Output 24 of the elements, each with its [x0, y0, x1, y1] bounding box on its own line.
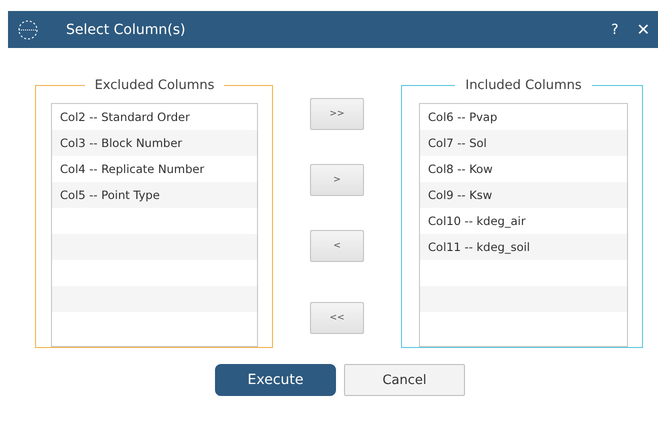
move-button[interactable]: >>: [310, 98, 364, 130]
list-item[interactable]: Col9 -- Ksw: [420, 182, 627, 208]
group-title: Included Columns: [464, 78, 583, 93]
move-button[interactable]: <: [310, 230, 364, 262]
execute-button[interactable]: Execute: [215, 364, 336, 396]
list-item[interactable]: Col10 -- kdeg_air: [420, 208, 627, 234]
excluded-list[interactable]: Col2 -- Standard Order Col3 -- Block Number Col4 -- Replicate Number Col5 -- Point Type: [51, 103, 258, 347]
move-button[interactable]: >: [310, 164, 364, 196]
move-button[interactable]: <<: [310, 302, 364, 334]
cancel-button[interactable]: Cancel: [344, 364, 465, 396]
close-button[interactable]: ✕: [630, 20, 656, 39]
list-item[interactable]: Col2 -- Standard Order: [52, 104, 257, 130]
list-item[interactable]: Col11 -- kdeg_soil: [420, 234, 627, 260]
logo-icon: [17, 18, 39, 40]
help-button[interactable]: ?: [605, 22, 625, 38]
window-title: Select Column(s): [66, 22, 186, 38]
list-item[interactable]: Col4 -- Replicate Number: [52, 156, 257, 182]
list-item[interactable]: Col8 -- Kow: [420, 156, 627, 182]
list-item[interactable]: Col7 -- Sol: [420, 130, 627, 156]
list-item[interactable]: Col5 -- Point Type: [52, 182, 257, 208]
list-item[interactable]: Col6 -- Pvap: [420, 104, 627, 130]
group-title: Excluded Columns: [94, 78, 216, 93]
included-list[interactable]: Col6 -- Pvap Col7 -- Sol Col8 -- Kow Col9 -- Ksw Col10 -- kdeg_air Col11 -- kdeg_soil: [419, 103, 628, 347]
list-item[interactable]: Col3 -- Block Number: [52, 130, 257, 156]
